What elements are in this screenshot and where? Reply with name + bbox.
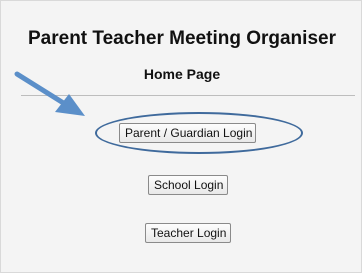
teacher-login-button[interactable]: Teacher Login [145,223,231,243]
home-page: Parent Teacher Meeting Organiser Home Pa… [0,0,362,273]
page-heading: Home Page [143,66,221,82]
parent-guardian-login-button[interactable]: Parent / Guardian Login [119,123,256,143]
header-divider [21,95,355,96]
school-login-button[interactable]: School Login [148,175,228,195]
app-title: Parent Teacher Meeting Organiser [28,28,336,49]
